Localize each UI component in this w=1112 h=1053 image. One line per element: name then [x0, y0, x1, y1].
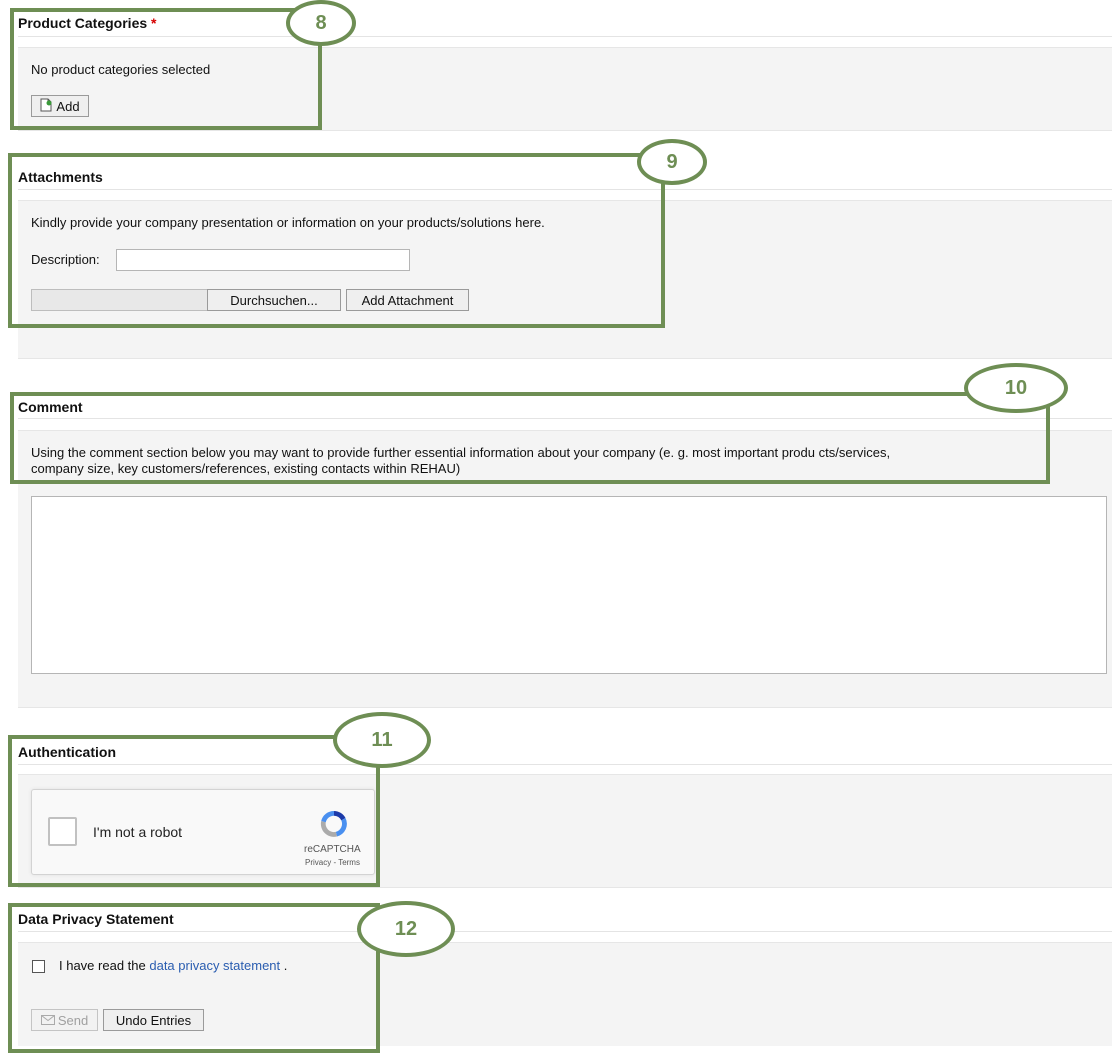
send-label: Send [57, 1012, 89, 1028]
annotation-badge-11: 11 [333, 712, 431, 768]
annotation-badge-8: 8 [286, 0, 356, 46]
undo-entries-button[interactable]: Undo Entries [103, 1009, 204, 1031]
comment-textarea[interactable] [31, 496, 1107, 674]
description-label: Description: [31, 252, 100, 267]
privacy-checkbox-label: I have read the data privacy statement . [59, 958, 287, 973]
privacy-label-suffix: . [283, 958, 288, 973]
product-categories-heading: Product Categories * [18, 15, 156, 31]
add-attachment-button[interactable]: Add Attachment [346, 289, 469, 311]
annotation-badge-10: 10 [964, 363, 1068, 413]
divider [18, 931, 1112, 932]
recaptcha-label: I'm not a robot [93, 824, 183, 840]
envelope-icon [40, 1013, 55, 1028]
product-categories-title: Product Categories [18, 15, 148, 31]
recaptcha-brand: reCAPTCHA [304, 844, 361, 855]
authentication-heading: Authentication [18, 744, 116, 760]
description-input[interactable] [116, 249, 410, 271]
add-category-button[interactable]: Add [31, 95, 89, 117]
recaptcha-checkbox[interactable] [48, 817, 77, 846]
attachments-instruction: Kindly provide your company presentation… [31, 215, 545, 230]
annotation-badge-12: 12 [357, 901, 455, 957]
required-marker: * [151, 15, 157, 31]
recaptcha-links[interactable]: Privacy - Terms [305, 858, 360, 867]
browse-button[interactable]: Durchsuchen... [207, 289, 341, 311]
comment-heading: Comment [18, 399, 83, 415]
add-document-icon [40, 98, 53, 115]
privacy-statement-link[interactable]: data privacy statement [149, 958, 280, 973]
file-path-field[interactable] [31, 289, 207, 311]
privacy-heading: Data Privacy Statement [18, 911, 174, 927]
product-categories-panel [18, 47, 1112, 131]
divider [18, 36, 1112, 37]
recaptcha-logo-icon [318, 808, 350, 843]
annotation-badge-9: 9 [637, 139, 707, 185]
product-categories-status: No product categories selected [31, 62, 211, 77]
privacy-checkbox[interactable] [32, 960, 45, 973]
privacy-label-prefix: I have read the [59, 958, 146, 973]
recaptcha-widget: I'm not a robot reCAPTCHA Privacy - Term… [31, 789, 375, 875]
divider [18, 764, 1112, 765]
divider [18, 189, 1112, 190]
divider [18, 418, 1112, 419]
comment-instruction-line1: Using the comment section below you may … [31, 445, 891, 460]
add-category-label: Add [56, 98, 80, 114]
comment-instruction-line2: company size, key customers/references, … [31, 461, 461, 476]
send-button[interactable]: Send [31, 1009, 98, 1031]
attachments-heading: Attachments [18, 169, 103, 185]
